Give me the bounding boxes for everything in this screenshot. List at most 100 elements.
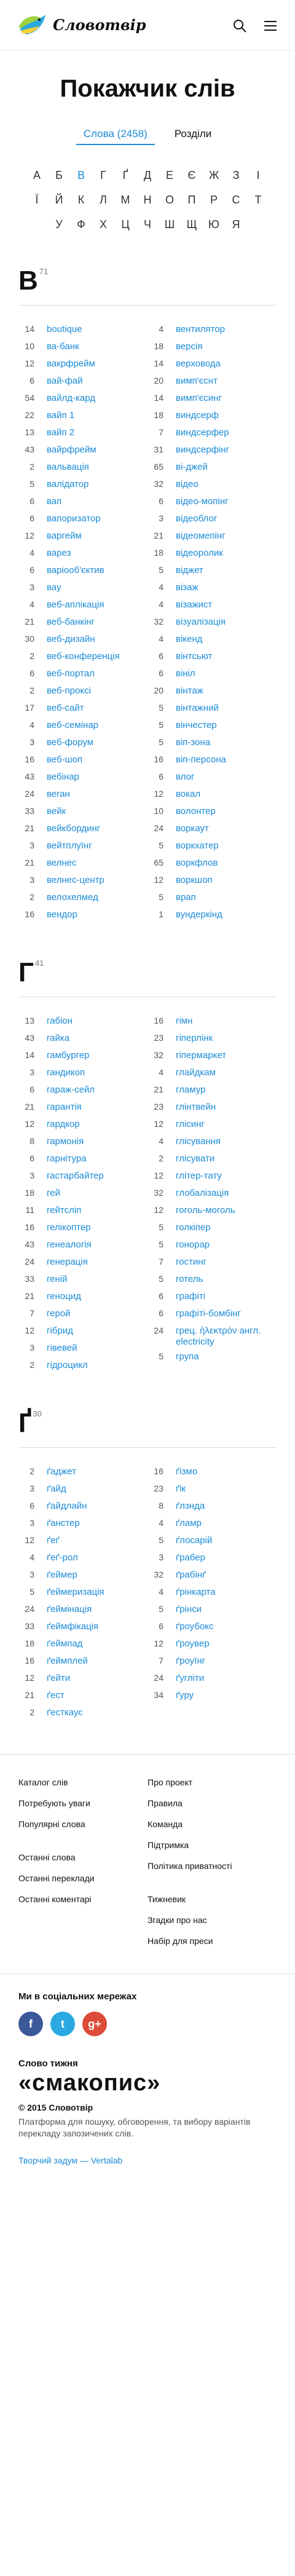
word-link[interactable]: відеоролик xyxy=(176,544,223,559)
word-of-week[interactable]: «смакопис» xyxy=(18,2070,277,2096)
word-link[interactable]: візаж xyxy=(176,579,199,593)
word-link[interactable]: вентилятор xyxy=(176,320,225,335)
word-link[interactable]: відеомепінг xyxy=(176,527,226,542)
word-link[interactable]: гібрид xyxy=(47,1322,73,1337)
word-link[interactable]: вебінар xyxy=(47,768,79,783)
letter-link[interactable]: А xyxy=(26,168,48,182)
word-link[interactable]: вайрфрейм xyxy=(47,441,96,456)
word-link[interactable]: веб-аплікація xyxy=(47,596,104,610)
word-link[interactable]: гамбургер xyxy=(47,1046,89,1061)
word-link[interactable]: варгейм xyxy=(47,527,82,542)
word-link[interactable]: ґугліти xyxy=(176,1669,204,1684)
footer-link[interactable]: Команда xyxy=(148,1814,277,1835)
word-link[interactable]: герой xyxy=(47,1305,71,1319)
word-link[interactable]: голкіпер xyxy=(176,1219,211,1233)
letter-link[interactable]: Н xyxy=(136,193,159,207)
word-link[interactable]: валідатор xyxy=(47,475,88,490)
footer-link[interactable]: Останні переклади xyxy=(18,1868,148,1889)
word-link[interactable]: гідроцикл xyxy=(47,1356,88,1371)
word-link[interactable]: версія xyxy=(176,338,202,352)
word-link[interactable]: ґроуїнг xyxy=(176,1652,205,1667)
word-link[interactable]: генерація xyxy=(47,1253,88,1268)
letter-link[interactable]: Ч xyxy=(136,218,159,231)
word-link[interactable]: ва-банк xyxy=(47,338,79,352)
word-link[interactable]: врап xyxy=(176,888,196,903)
letter-link[interactable]: Г xyxy=(92,168,114,182)
word-link[interactable]: вап xyxy=(47,492,61,507)
word-link[interactable]: відеоблог xyxy=(176,510,217,524)
word-link[interactable]: ві-джей xyxy=(176,458,208,473)
word-link[interactable]: ґуру xyxy=(176,1686,194,1701)
word-link[interactable]: веб-дизайн xyxy=(47,630,95,645)
word-link[interactable]: ґеймфікація xyxy=(47,1618,98,1632)
word-link[interactable]: глінтвейн xyxy=(176,1098,216,1113)
word-link[interactable]: веб-банкінг xyxy=(47,613,95,628)
word-link[interactable]: вакрфрейм xyxy=(47,355,95,369)
letter-link[interactable]: Л xyxy=(92,193,114,207)
letter-link[interactable]: Ш xyxy=(159,218,181,231)
word-link[interactable]: веб-форум xyxy=(47,733,93,748)
word-link[interactable]: група xyxy=(176,1348,199,1362)
word-link[interactable]: ґеймер xyxy=(47,1566,77,1581)
footer-link[interactable]: Про проект xyxy=(148,1772,277,1793)
letter-link[interactable]: У xyxy=(48,218,70,231)
word-link[interactable]: гей xyxy=(47,1184,60,1199)
word-link[interactable]: ґейти xyxy=(47,1669,70,1684)
letter-link[interactable]: Х xyxy=(92,218,114,231)
word-link[interactable]: гелікоптер xyxy=(47,1219,91,1233)
word-link[interactable]: вимп'єсинг xyxy=(176,389,222,404)
word-link[interactable]: гайка xyxy=(47,1029,69,1044)
word-link[interactable]: гостинг xyxy=(176,1253,206,1268)
word-link[interactable]: велнес xyxy=(47,854,77,869)
word-link[interactable]: воркаут xyxy=(176,820,209,834)
letter-link[interactable]: І xyxy=(247,168,269,182)
word-link[interactable]: гівевей xyxy=(47,1339,77,1354)
footer-link[interactable]: Підтримка xyxy=(148,1835,277,1855)
word-link[interactable]: ґеймпад xyxy=(47,1635,82,1650)
word-link[interactable]: гараж-сейл xyxy=(47,1081,95,1096)
word-link[interactable]: гарантія xyxy=(47,1098,82,1113)
word-link[interactable]: ґізмо xyxy=(176,1463,197,1477)
letter-link[interactable]: Б xyxy=(48,168,70,182)
word-link[interactable]: варез xyxy=(47,544,71,559)
word-link[interactable]: вікенд xyxy=(176,630,202,645)
word-link[interactable]: готель xyxy=(176,1270,203,1285)
word-link[interactable]: вінчестер xyxy=(176,716,217,731)
letter-link[interactable]: Р xyxy=(203,193,225,207)
word-link[interactable]: ґік xyxy=(176,1480,186,1495)
footer-link[interactable]: Тижневик xyxy=(148,1889,277,1910)
word-link[interactable]: воркхатер xyxy=(176,837,219,851)
letter-link[interactable]: Ф xyxy=(70,218,92,231)
word-link[interactable]: ґаджет xyxy=(47,1463,76,1477)
letter-link[interactable]: В xyxy=(70,168,92,182)
word-link[interactable]: гіперлінк xyxy=(176,1029,213,1044)
word-link[interactable]: генеалогія xyxy=(47,1236,92,1250)
word-link[interactable]: вимп'єснт xyxy=(176,372,218,387)
letter-link[interactable]: П xyxy=(181,193,203,207)
word-link[interactable]: велохелмед xyxy=(47,888,98,903)
letter-link[interactable]: Ж xyxy=(203,168,225,182)
google-plus-icon[interactable]: g+ xyxy=(82,2012,107,2036)
hamburger-menu-icon[interactable] xyxy=(263,18,278,33)
tab-0[interactable]: Слова (2458) xyxy=(76,124,155,145)
word-link[interactable]: вайп 1 xyxy=(47,406,74,421)
word-link[interactable]: віп-персона xyxy=(176,751,226,765)
word-link[interactable]: ґеймінація xyxy=(47,1600,92,1615)
word-link[interactable]: ґанстер xyxy=(47,1514,80,1529)
footer-link[interactable]: Згадки про нас xyxy=(148,1910,277,1930)
word-link[interactable]: гіпермаркет xyxy=(176,1046,226,1061)
letter-link[interactable]: Ї xyxy=(26,193,48,207)
word-link[interactable]: веб-семінар xyxy=(47,716,98,731)
word-link[interactable]: геній xyxy=(47,1270,67,1285)
word-link[interactable]: вендор xyxy=(47,906,77,920)
word-link[interactable]: варіооб'єктив xyxy=(47,561,104,576)
word-link[interactable]: волонтер xyxy=(176,802,216,817)
word-link[interactable]: ґлзнда xyxy=(176,1497,205,1512)
word-link[interactable]: гламур xyxy=(176,1081,205,1096)
word-link[interactable]: веб-сайт xyxy=(47,699,84,714)
letter-link[interactable]: О xyxy=(159,193,181,207)
letter-link[interactable]: Т xyxy=(247,193,269,207)
footer-link[interactable]: Потребують уваги xyxy=(18,1793,148,1814)
letter-link[interactable]: Ґ xyxy=(114,168,136,182)
word-link[interactable]: ґрінси xyxy=(176,1600,202,1615)
